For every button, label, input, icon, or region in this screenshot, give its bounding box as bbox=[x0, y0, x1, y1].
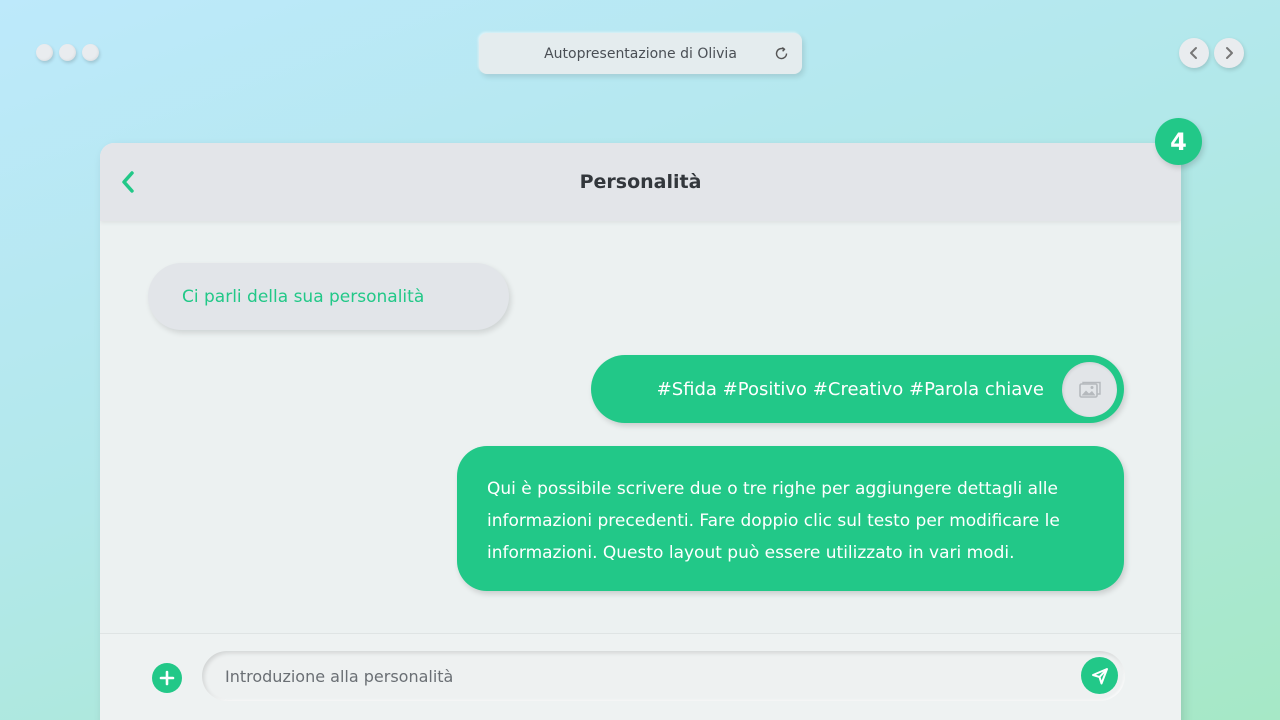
chat-title: Personalità bbox=[579, 171, 702, 193]
description-bubble[interactable]: Qui è possibile scrivere due o tre righe… bbox=[457, 446, 1124, 591]
send-button[interactable] bbox=[1081, 657, 1118, 694]
tags-text: #Sfida #Positivo #Creativo #Parola chiav… bbox=[656, 378, 1044, 400]
refresh-icon[interactable] bbox=[773, 45, 790, 62]
address-bar[interactable]: Autopresentazione di Olivia bbox=[479, 33, 802, 74]
next-button[interactable] bbox=[1214, 38, 1244, 68]
image-icon bbox=[1078, 381, 1101, 398]
back-button[interactable] bbox=[118, 169, 138, 195]
tags-bubble[interactable]: #Sfida #Positivo #Creativo #Parola chiav… bbox=[591, 355, 1124, 423]
window-dot-minimize[interactable] bbox=[59, 44, 76, 61]
image-button[interactable] bbox=[1062, 362, 1117, 417]
navigation-buttons bbox=[1179, 38, 1244, 68]
composer-bar bbox=[100, 633, 1181, 720]
question-bubble[interactable]: Ci parli della sua personalità bbox=[148, 263, 509, 330]
question-text: Ci parli della sua personalità bbox=[182, 286, 425, 307]
plus-icon bbox=[159, 670, 175, 686]
description-text: Qui è possibile scrivere due o tre righe… bbox=[487, 479, 1060, 563]
chat-header: Personalità bbox=[100, 143, 1181, 221]
window-dot-maximize[interactable] bbox=[82, 44, 99, 61]
chevron-left-icon bbox=[1190, 47, 1197, 59]
message-input[interactable] bbox=[202, 651, 1125, 701]
chat-card: Personalità Ci parli della sua personali… bbox=[100, 143, 1181, 720]
window-dot-close[interactable] bbox=[36, 44, 53, 61]
add-button[interactable] bbox=[152, 663, 182, 693]
step-badge: 4 bbox=[1155, 118, 1202, 165]
message-input-wrapper bbox=[202, 651, 1125, 701]
send-icon bbox=[1091, 667, 1108, 684]
prev-button[interactable] bbox=[1179, 38, 1209, 68]
window-title: Autopresentazione di Olivia bbox=[544, 45, 737, 62]
window-controls bbox=[36, 44, 99, 61]
chevron-right-icon bbox=[1226, 47, 1233, 59]
back-arrow-icon bbox=[122, 171, 134, 193]
